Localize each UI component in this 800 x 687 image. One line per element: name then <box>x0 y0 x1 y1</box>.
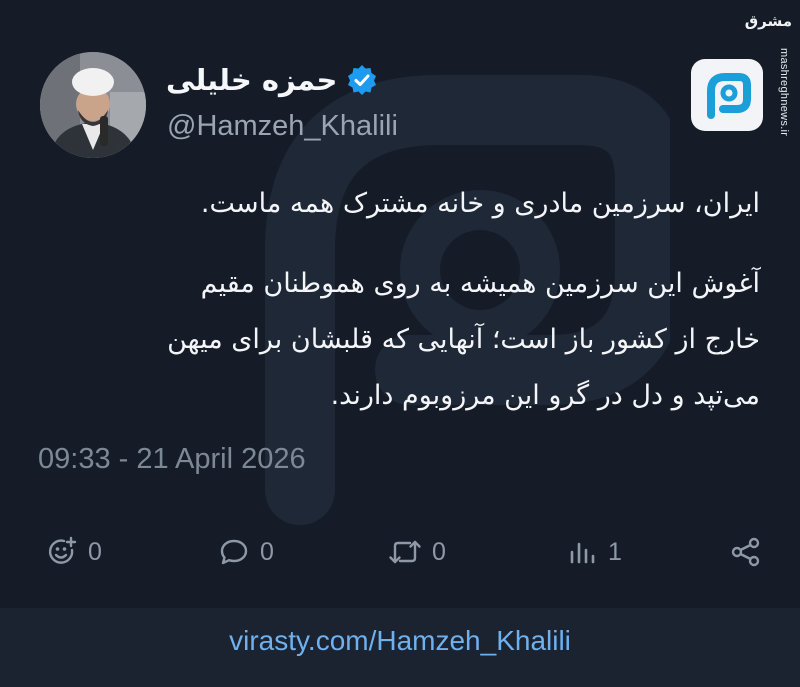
reply-count: 0 <box>260 537 274 566</box>
user-handle[interactable]: @Hamzeh_Khalili <box>167 110 398 143</box>
publisher-logo-text: مشرق <box>744 12 792 30</box>
reaction-button[interactable]: 0 <box>46 534 102 570</box>
avatar[interactable] <box>40 52 146 158</box>
post-timestamp[interactable]: 09:33 - 21 April 2026 <box>38 443 306 476</box>
publisher-watermark: مشرق mashreghnews.ir <box>745 8 798 136</box>
verified-badge-icon <box>348 65 377 95</box>
post-line: آغوش این سرزمین همیشه به روی هموطنان مقی… <box>200 268 760 299</box>
analytics-icon <box>570 542 595 564</box>
post-line: خارج از کشور باز است؛ آنهایی که قلبشان ب… <box>167 324 760 355</box>
share-icon <box>731 537 760 567</box>
post-text: ایران، سرزمین مادری و خانه مشترک همه ماس… <box>40 176 760 424</box>
publisher-site: mashreghnews.ir <box>778 48 790 137</box>
post-line: می‌تپد و دل در گرو این مرزوبوم دارند. <box>330 380 760 411</box>
views-count: 1 <box>608 537 622 566</box>
post-paragraph-2: آغوش این سرزمین همیشه به روی هموطنان مقی… <box>40 256 760 424</box>
repost-icon <box>389 540 421 564</box>
profile-name-row: حمزه خلیلی <box>166 60 377 100</box>
virasty-app-logo-icon <box>691 59 763 131</box>
views-button[interactable]: 1 <box>568 534 622 570</box>
profile-url-link[interactable]: virasty.com/Hamzeh_Khalili <box>0 625 800 657</box>
reply-button[interactable]: 0 <box>218 534 274 570</box>
share-button[interactable] <box>730 534 762 570</box>
reply-icon <box>220 539 248 565</box>
post-paragraph-1: ایران، سرزمین مادری و خانه مشترک همه ماس… <box>40 176 760 232</box>
repost-count: 0 <box>432 537 446 566</box>
screenshot-frame: مشرق mashreghnews.ir حمزه خلیلی @Hamzeh_… <box>0 0 800 687</box>
post-card: مشرق mashreghnews.ir حمزه خلیلی @Hamzeh_… <box>0 0 800 608</box>
emoji-add-icon <box>48 536 77 564</box>
reaction-count: 0 <box>88 537 102 566</box>
post-line: ایران، سرزمین مادری و خانه مشترک همه ماس… <box>200 188 760 219</box>
display-name[interactable]: حمزه خلیلی <box>166 63 337 97</box>
repost-button[interactable]: 0 <box>388 534 446 570</box>
